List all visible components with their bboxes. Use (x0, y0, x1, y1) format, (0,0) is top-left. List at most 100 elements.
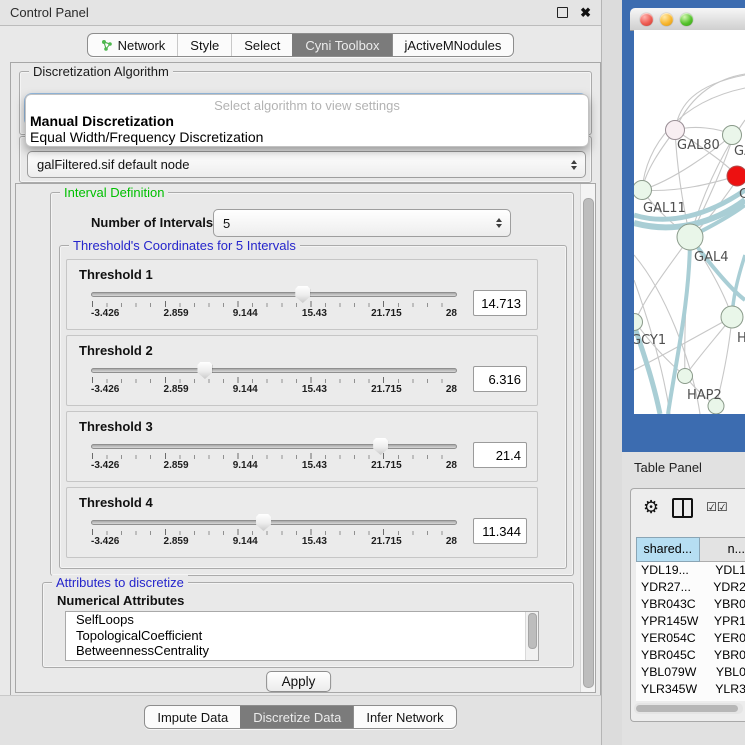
table-row[interactable]: YDL19...YDL1 (636, 562, 745, 579)
table-row[interactable]: YPR145WYPR1 (636, 613, 745, 630)
attribute-item-selfloops[interactable]: SelfLoops (66, 612, 538, 628)
network-node-gal4[interactable] (677, 224, 703, 250)
tab-label: Style (190, 38, 219, 53)
apply-button[interactable]: Apply (266, 671, 332, 692)
network-view-window: GAL80GACGAL11GAL4GCY1HHAP2 (622, 0, 745, 452)
tick-label: 15.43 (302, 384, 327, 395)
network-node-node-red[interactable] (727, 166, 745, 186)
threshold-panel-2: Threshold 2-3.4262.8599.14415.4321.71528 (66, 335, 538, 406)
panel-splitter[interactable] (601, 0, 623, 745)
tab-select[interactable]: Select (231, 34, 292, 56)
table-panel-body: ⚙ ☑☑ shared... n... YDL19...YDL1YDR27...… (630, 488, 745, 722)
threshold-label: Threshold 2 (79, 343, 527, 358)
table-cell-shared-name: YBR043C (636, 597, 705, 611)
table-row[interactable]: YBR043CYBR0 (636, 596, 745, 613)
settings-vertical-scrollbar[interactable] (580, 184, 595, 692)
network-node-gcy1[interactable] (634, 314, 643, 331)
attributes-list-scrollbar[interactable] (525, 612, 538, 660)
network-icon (100, 39, 113, 52)
popup-item-manual-discretization[interactable]: Manual Discretization (26, 113, 588, 129)
algorithm-popup-items: Manual DiscretizationEqual Width/Frequen… (26, 113, 588, 145)
tab-infer-network[interactable]: Infer Network (353, 706, 455, 728)
threshold-value-field[interactable] (473, 518, 527, 544)
tick-label: 9.144 (233, 384, 258, 395)
table-row[interactable]: YLR345WYLR3 (636, 680, 745, 697)
table-cell-shared-name: YBR045C (636, 648, 705, 662)
tick-label: 15.43 (302, 460, 327, 471)
tab-discretize-data[interactable]: Discretize Data (240, 706, 353, 728)
table-cell-name: YLR3 (706, 682, 745, 696)
table-horizontal-scrollbar-thumb[interactable] (636, 705, 738, 712)
combo-stepper-icon (496, 218, 502, 228)
table-row[interactable]: YBR045CYBR0 (636, 646, 745, 663)
table-horizontal-scrollbar[interactable] (634, 703, 743, 714)
table-cell-name: YBR0 (705, 597, 745, 611)
threshold-slider-4[interactable]: -3.4262.8599.14415.4321.71528 (91, 511, 457, 551)
table-data-select[interactable]: galFiltered.sif default node (27, 151, 586, 178)
settings-vertical-scrollbar-thumb[interactable] (583, 198, 594, 688)
attribute-item-betweennesscentrality[interactable]: BetweennessCentrality (66, 643, 538, 659)
table-row[interactable]: YDR27...YDR2 (636, 579, 745, 596)
slider-ticks (92, 377, 456, 383)
tick-label: 21.715 (371, 384, 402, 395)
table-cell-name: YIL0 (707, 699, 741, 701)
attributes-group-title: Attributes to discretize (52, 575, 188, 590)
number-of-intervals-select[interactable]: 5 (213, 209, 511, 237)
table-cell-name: YBL0 (707, 665, 745, 679)
network-node-gal80[interactable] (666, 121, 685, 140)
attribute-item-topologicalcoefficient[interactable]: TopologicalCoefficient (66, 628, 538, 644)
table-row[interactable]: YIL052CYIL0 (636, 697, 745, 701)
threshold-label: Threshold 1 (79, 267, 527, 282)
table-cell-shared-name: YDL19... (636, 563, 706, 577)
columns-icon[interactable] (672, 498, 693, 518)
control-panel-bottom-bar: Impute Data Discretize DataInfer Network (0, 695, 601, 745)
table-row[interactable]: YER054CYER0 (636, 630, 745, 647)
table-panel: Table Panel ⚙ ☑☑ shared... n... YDL19...… (622, 452, 745, 745)
tab-cyni-toolbox[interactable]: Cyni Toolbox (292, 34, 391, 56)
threshold-slider-3[interactable]: -3.4262.8599.14415.4321.71528 (91, 435, 457, 475)
control-panel-titlebar: Control Panel ✖ (0, 0, 601, 26)
column-header-shared-name[interactable]: shared... (636, 537, 700, 562)
network-node-node-top-right[interactable] (723, 126, 742, 145)
zoom-traffic-light-icon[interactable] (680, 13, 693, 26)
column-header-name[interactable]: n... (700, 537, 745, 562)
top-tab-group: Network Style Select Cyni ToolboxjActiveMNo… (87, 33, 515, 57)
close-traffic-light-icon[interactable] (640, 13, 653, 26)
network-node-label-gal80: GAL80 (677, 138, 720, 153)
minimize-traffic-light-icon[interactable] (660, 13, 673, 26)
network-canvas[interactable]: GAL80GACGAL11GAL4GCY1HHAP2 (634, 30, 745, 414)
threshold-slider-1[interactable]: -3.4262.8599.14415.4321.71528 (91, 283, 457, 323)
table-cell-name: YBR0 (705, 648, 745, 662)
tab-label: Impute Data (157, 710, 228, 725)
threshold-slider-2[interactable]: -3.4262.8599.14415.4321.71528 (91, 359, 457, 399)
threshold-value-field[interactable] (473, 442, 527, 468)
algorithm-dropdown-popup: Select algorithm to view settings Manual… (25, 94, 589, 147)
gear-icon[interactable]: ⚙ (643, 497, 659, 517)
threshold-value-field[interactable] (473, 290, 527, 316)
select-columns-icons[interactable]: ☑☑ (706, 497, 728, 517)
tab-style[interactable]: Style (177, 34, 231, 56)
tab-label: Select (244, 38, 280, 53)
popup-item-equal-width-frequency-discretization[interactable]: Equal Width/Frequency Discretization (26, 129, 588, 145)
network-node-label-gcy1: GCY1 (634, 333, 666, 348)
attributes-group: Attributes to discretize Numerical Attri… (42, 582, 574, 668)
attributes-list-scrollbar-thumb[interactable] (528, 613, 537, 649)
network-node-h[interactable] (721, 306, 743, 328)
node-table-rows: YDL19...YDL1YDR27...YDR2YBR043CYBR0YPR14… (636, 562, 745, 701)
network-node-gal11[interactable] (634, 181, 652, 200)
slider-track (91, 520, 457, 525)
tab-jactivemnodules[interactable]: jActiveMNodules (392, 34, 514, 56)
table-cell-name: YER0 (705, 631, 745, 645)
network-node-label-h: H (737, 331, 745, 346)
network-node-hap2[interactable] (678, 369, 693, 384)
node-table: shared... n... YDL19...YDL1YDR27...YDR2Y… (636, 537, 745, 701)
network-node-label-node-top-right: GA (734, 144, 745, 159)
tab-network[interactable]: Network (88, 34, 178, 56)
threshold-value-field[interactable] (473, 366, 527, 392)
algorithm-placeholder-option[interactable]: Select algorithm to view settings (26, 98, 588, 113)
tab-impute-data[interactable]: Impute Data (145, 706, 240, 728)
table-row[interactable]: YBL079WYBL0 (636, 663, 745, 680)
float-window-icon[interactable] (557, 7, 568, 18)
tick-label: -3.426 (91, 384, 119, 395)
close-icon[interactable]: ✖ (580, 6, 591, 19)
